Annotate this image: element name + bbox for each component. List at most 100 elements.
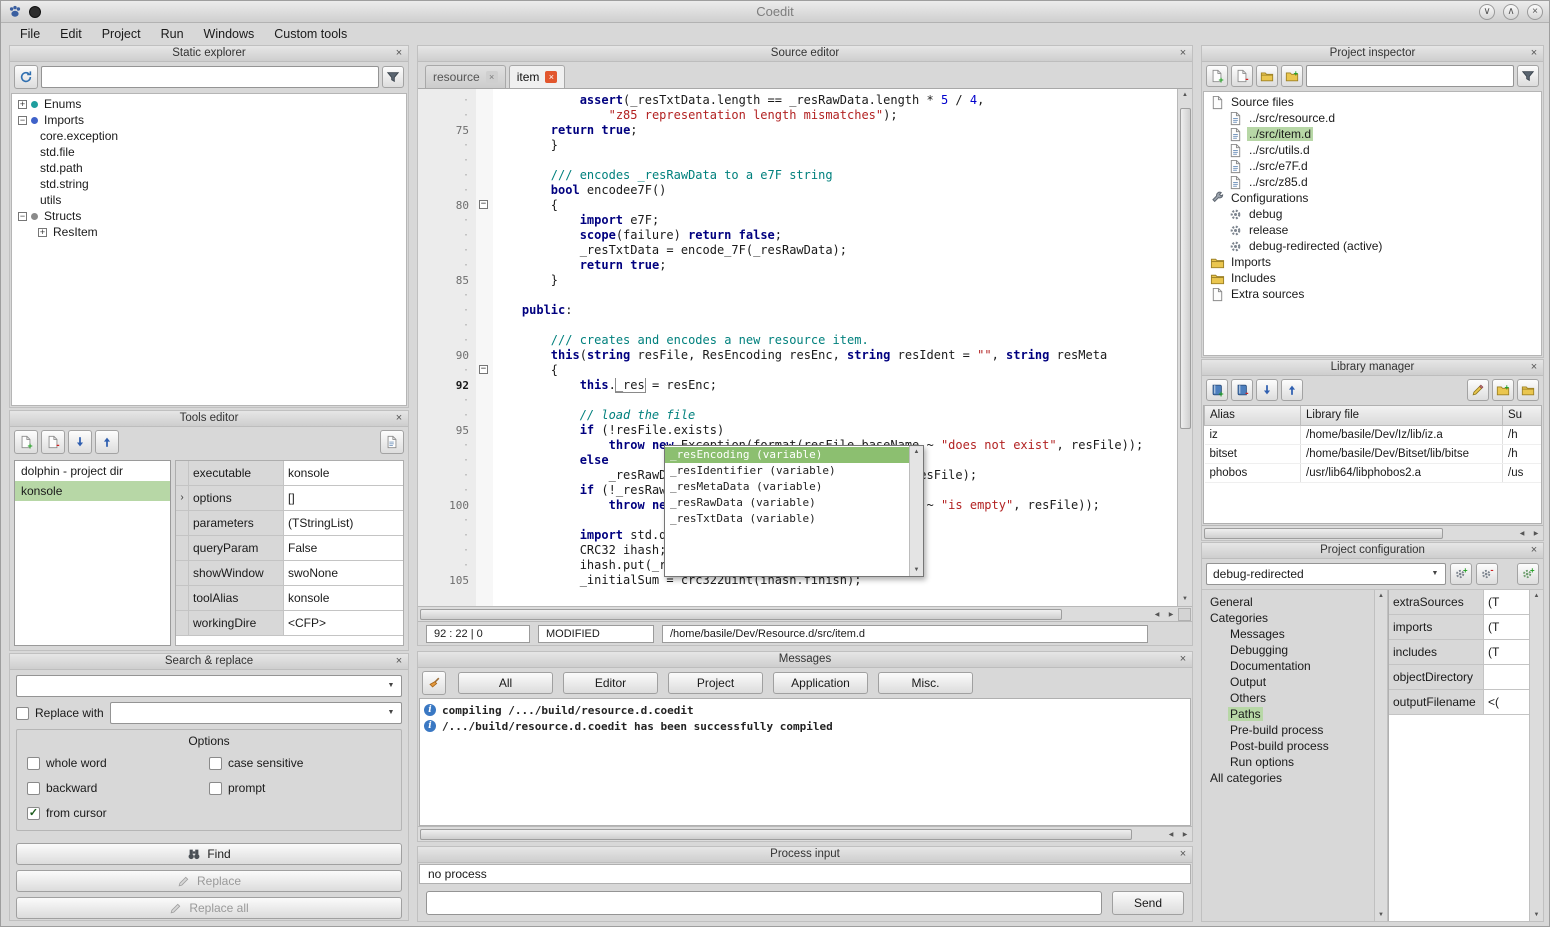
- maximize-button[interactable]: ∧: [1503, 4, 1519, 20]
- property-row[interactable]: parameters(TStringList): [176, 511, 403, 536]
- symbol-search-input[interactable]: [41, 66, 379, 88]
- close-icon[interactable]: ×: [1176, 847, 1190, 861]
- add-source-button[interactable]: +: [1206, 65, 1228, 87]
- tab-close-icon[interactable]: ×: [545, 71, 557, 83]
- completion-item[interactable]: _resTxtData (variable): [665, 511, 909, 527]
- property-row[interactable]: workingDire<CFP>: [176, 611, 403, 636]
- category-item[interactable]: Messages: [1202, 626, 1374, 642]
- search-replace-header[interactable]: Search & replace ×: [10, 654, 408, 670]
- code-line[interactable]: ·"z85 representation length mismatches")…: [418, 108, 1177, 123]
- property-value[interactable]: konsole: [284, 586, 403, 610]
- editor-tab-item[interactable]: item×: [509, 65, 566, 88]
- code-line[interactable]: ·/// encodes _resRawData to a e7F string: [418, 168, 1177, 183]
- tree-node[interactable]: debug: [1204, 206, 1541, 222]
- property-row[interactable]: ›options[]: [176, 486, 403, 511]
- move-tool-up-button[interactable]: [95, 430, 119, 454]
- filter-all[interactable]: All: [458, 672, 553, 694]
- scroll-right-icon[interactable]: ▶: [1529, 530, 1543, 537]
- category-item[interactable]: Debugging: [1202, 642, 1374, 658]
- tool-list-item[interactable]: dolphin - project dir: [15, 461, 170, 481]
- tree-node[interactable]: release: [1204, 222, 1541, 238]
- add-library-button[interactable]: +: [1206, 379, 1228, 401]
- library-manager-header[interactable]: Library manager ×: [1202, 360, 1543, 376]
- property-row[interactable]: showWindowswoNone: [176, 561, 403, 586]
- chevron-down-icon[interactable]: ▼: [383, 705, 399, 721]
- completion-item[interactable]: _resMetaData (variable): [665, 479, 909, 495]
- property-value[interactable]: swoNone: [284, 561, 403, 585]
- from-cursor-checkbox[interactable]: ✓: [27, 807, 40, 820]
- refresh-button[interactable]: [14, 65, 38, 89]
- close-icon[interactable]: ×: [392, 46, 406, 60]
- remove-source-button[interactable]: -: [1231, 65, 1253, 87]
- scroll-right-icon[interactable]: ▶: [1178, 831, 1192, 838]
- library-horizontal-scrollbar[interactable]: ◀ ▶: [1202, 525, 1543, 540]
- code-editor[interactable]: ·assert(_resTxtData.length == _resRawDat…: [418, 89, 1192, 606]
- tree-node[interactable]: ../src/e7F.d: [1204, 158, 1541, 174]
- close-icon[interactable]: ×: [392, 654, 406, 668]
- fold-icon[interactable]: −: [479, 365, 488, 374]
- edit-tool-file-button[interactable]: [380, 430, 404, 454]
- close-icon[interactable]: ×: [392, 411, 406, 425]
- scroll-up-icon[interactable]: ▲: [914, 446, 920, 458]
- backward-checkbox[interactable]: [27, 782, 40, 795]
- fold-icon[interactable]: −: [479, 200, 488, 209]
- message-row[interactable]: i/.../build/resource.d.coedit has been s…: [424, 718, 1186, 734]
- chevron-down-icon[interactable]: ▼: [1427, 566, 1443, 582]
- remove-library-button[interactable]: -: [1231, 379, 1253, 401]
- remove-tool-button[interactable]: -: [41, 430, 65, 454]
- messages-horizontal-scrollbar[interactable]: ◀ ▶: [418, 826, 1192, 841]
- tree-node[interactable]: ../src/z85.d: [1204, 174, 1541, 190]
- find-button[interactable]: Find: [16, 843, 402, 865]
- collapse-icon[interactable]: −: [18, 212, 27, 221]
- search-combo[interactable]: ▼: [16, 675, 402, 697]
- remove-configuration-button[interactable]: -: [1476, 563, 1498, 585]
- messages-header[interactable]: Messages ×: [418, 652, 1192, 668]
- prompt-checkbox[interactable]: [209, 782, 222, 795]
- property-value[interactable]: (T: [1484, 590, 1529, 614]
- process-input-header[interactable]: Process input ×: [418, 847, 1192, 863]
- code-line[interactable]: ·import e7F;: [418, 213, 1177, 228]
- code-line[interactable]: ·: [418, 288, 1177, 303]
- editor-tab-resource[interactable]: resource×: [425, 65, 506, 88]
- tree-node[interactable]: Source files: [1204, 94, 1541, 110]
- completion-item[interactable]: _resIdentifier (variable): [665, 463, 909, 479]
- code-line[interactable]: 95if (!resFile.exists): [418, 423, 1177, 438]
- code-line[interactable]: ·public:: [418, 303, 1177, 318]
- tree-node[interactable]: utils: [12, 192, 406, 208]
- inspector-filter-input[interactable]: [1306, 65, 1514, 87]
- scroll-down-icon[interactable]: ▼: [1182, 593, 1188, 606]
- property-row[interactable]: imports(T: [1389, 615, 1529, 640]
- scrollbar-thumb[interactable]: [420, 609, 1062, 620]
- edit-library-button[interactable]: [1467, 379, 1489, 401]
- code-line[interactable]: ·: [418, 393, 1177, 408]
- whole-word-checkbox[interactable]: [27, 757, 40, 770]
- tree-node[interactable]: −Structs: [12, 208, 406, 224]
- scroll-down-icon[interactable]: ▼: [1534, 909, 1540, 921]
- property-value[interactable]: []: [284, 486, 403, 510]
- code-line[interactable]: ·}: [418, 138, 1177, 153]
- code-line[interactable]: ·: [418, 153, 1177, 168]
- case-sensitive-checkbox[interactable]: [209, 757, 222, 770]
- completion-item[interactable]: _resRawData (variable): [665, 495, 909, 511]
- scroll-left-icon[interactable]: ◀: [1164, 831, 1178, 838]
- property-value[interactable]: False: [284, 536, 403, 560]
- tree-node[interactable]: ../src/item.d: [1204, 126, 1541, 142]
- tree-node[interactable]: +Enums: [12, 96, 406, 112]
- tree-node[interactable]: Configurations: [1204, 190, 1541, 206]
- tree-node[interactable]: std.path: [12, 160, 406, 176]
- category-item[interactable]: Others: [1202, 690, 1374, 706]
- filter-misc[interactable]: Misc.: [878, 672, 973, 694]
- close-icon[interactable]: ×: [1176, 46, 1190, 60]
- scroll-up-icon[interactable]: ▲: [1182, 89, 1188, 102]
- tree-node[interactable]: Imports: [1204, 254, 1541, 270]
- code-line[interactable]: 85}: [418, 273, 1177, 288]
- scrollbar-thumb[interactable]: [1204, 528, 1443, 539]
- filter-funnel-icon[interactable]: [1517, 65, 1539, 87]
- project-configuration-header[interactable]: Project configuration ×: [1202, 543, 1543, 559]
- property-row[interactable]: extraSources(T: [1389, 590, 1529, 615]
- close-icon[interactable]: ×: [1527, 46, 1541, 60]
- library-from-project-button[interactable]: [1517, 379, 1539, 401]
- replace-all-button[interactable]: Replace all: [16, 897, 402, 919]
- send-button[interactable]: Send: [1112, 891, 1184, 915]
- tree-node[interactable]: Extra sources: [1204, 286, 1541, 302]
